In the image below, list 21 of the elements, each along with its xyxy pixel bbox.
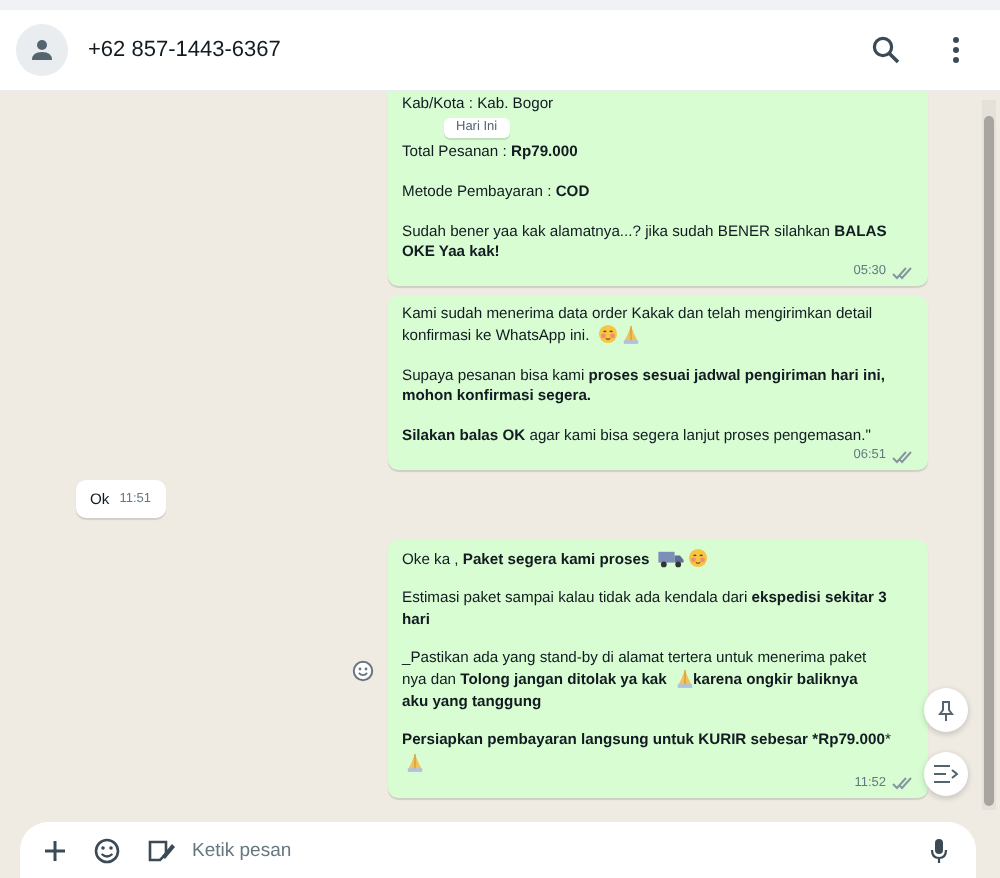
search-icon[interactable] bbox=[872, 36, 900, 64]
truck-icon bbox=[657, 549, 684, 568]
sticker-icon[interactable] bbox=[94, 837, 120, 863]
pin-icon bbox=[938, 699, 954, 721]
avatar-icon[interactable] bbox=[16, 24, 68, 76]
double-check-icon bbox=[892, 776, 914, 791]
blushing-face-icon bbox=[597, 324, 618, 345]
list-button[interactable] bbox=[924, 752, 968, 796]
scrollbar[interactable] bbox=[982, 100, 996, 810]
sticker-note-icon[interactable] bbox=[148, 838, 176, 862]
menu-icon[interactable] bbox=[952, 36, 960, 64]
message-field[interactable]: Ketik pesan bbox=[20, 822, 976, 878]
list-add-icon bbox=[934, 764, 958, 784]
double-check-icon bbox=[892, 449, 914, 464]
contact-name[interactable]: +62 857-1443-6367 bbox=[88, 38, 852, 62]
microphone-icon[interactable] bbox=[930, 837, 948, 863]
emoji-reaction-icon[interactable] bbox=[352, 659, 374, 682]
plus-icon[interactable] bbox=[44, 839, 66, 861]
double-check-icon bbox=[892, 265, 914, 280]
pin-button[interactable] bbox=[924, 688, 968, 732]
blushing-face-icon bbox=[687, 547, 708, 568]
